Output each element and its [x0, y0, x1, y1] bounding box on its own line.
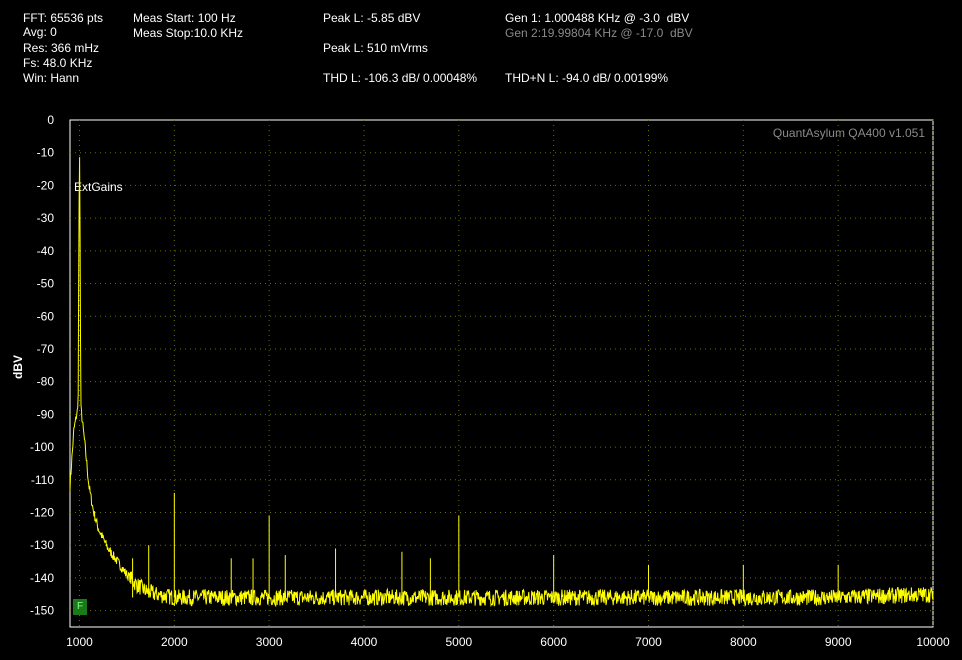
y-tick-label: 0: [47, 113, 54, 127]
plot-frame: [69, 119, 934, 628]
x-tick-label: 10000: [916, 635, 950, 649]
y-tick-label: -20: [37, 178, 55, 192]
x-tick-label: 7000: [635, 635, 662, 649]
y-tick-label: -10: [37, 146, 55, 160]
x-tick-label: 1000: [66, 635, 93, 649]
y-tick-label: -60: [37, 309, 55, 323]
x-tick-label: 2000: [161, 635, 188, 649]
x-tick-label: 4000: [351, 635, 378, 649]
y-tick-label: -140: [30, 571, 54, 585]
x-tick-label: 8000: [730, 635, 757, 649]
y-tick-label: -100: [30, 440, 54, 454]
marker-f-icon[interactable]: F: [73, 599, 87, 615]
x-tick-label: 5000: [445, 635, 472, 649]
watermark: QuantAsylum QA400 v1.051: [773, 126, 925, 140]
x-tick-label: 3000: [256, 635, 283, 649]
x-tick-label: 6000: [540, 635, 567, 649]
y-tick-label: -150: [30, 604, 54, 618]
y-tick-label: -80: [37, 375, 55, 389]
y-tick-label: -30: [37, 211, 55, 225]
y-axis-label: dBV: [11, 355, 25, 379]
y-tick-label: -90: [37, 407, 55, 421]
y-tick-label: -110: [31, 473, 54, 487]
y-tick-label: -40: [37, 244, 55, 258]
y-tick-label: -130: [30, 538, 54, 552]
y-tick-label: -70: [37, 342, 55, 356]
y-tick-label: -120: [30, 506, 54, 520]
x-tick-label: 9000: [825, 635, 852, 649]
spectrum-trace: [69, 157, 934, 608]
spectrum-chart: 0 -10 -20 -30 -40 -50 -60 -70 -80 -90 -100 -110 -120…: [30, 113, 950, 649]
ext-gains-label: ExtGains: [74, 180, 123, 194]
y-tick-label: -50: [37, 277, 55, 291]
